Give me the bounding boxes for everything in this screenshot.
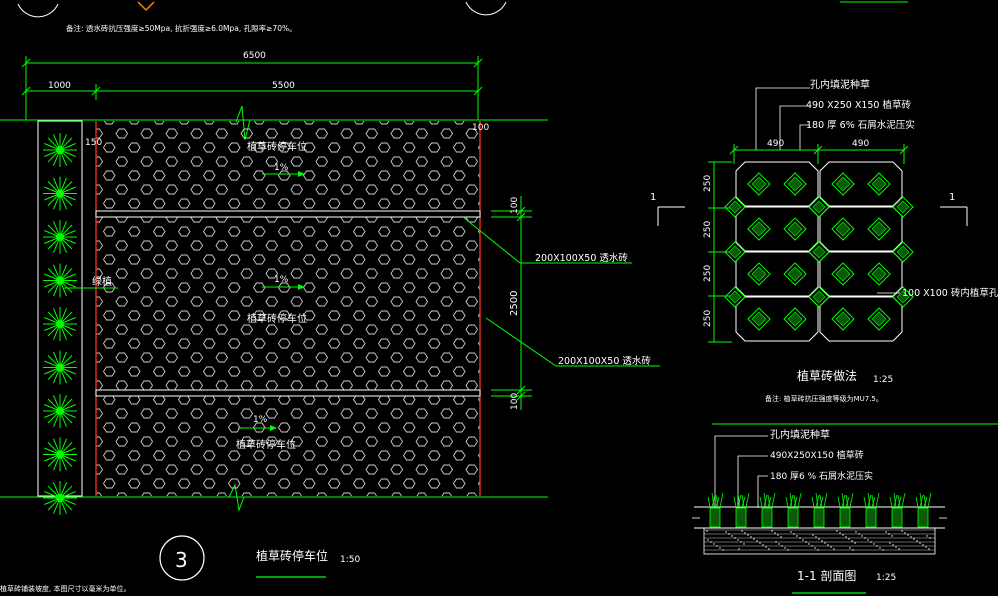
grass-hole bbox=[808, 241, 830, 263]
grass-hole bbox=[831, 262, 855, 286]
slope-1-label: 1% bbox=[274, 163, 289, 173]
section-grass-hole bbox=[891, 507, 903, 528]
shrub-row bbox=[43, 133, 77, 515]
grass-hole bbox=[831, 217, 855, 241]
dim-left: 1000 bbox=[48, 81, 71, 91]
grass-hole bbox=[747, 262, 771, 286]
paver-upper-label: 200X100X50 透水砖 bbox=[535, 252, 628, 264]
section-title: 1-1 剖面图 bbox=[797, 569, 856, 583]
section-view: 孔内填泥种草 490X250X150 植草砖 180 厚6 % 石屑水泥压实 1… bbox=[692, 423, 998, 594]
section-grass-hole bbox=[735, 507, 747, 528]
detail-dim-top-1: 490 bbox=[767, 139, 784, 149]
edge-150-label: 150 bbox=[85, 138, 102, 148]
section-grass-hole bbox=[839, 507, 851, 528]
shrub-symbol bbox=[43, 263, 77, 298]
dim-100-top: 100 bbox=[510, 197, 520, 214]
shrub-symbol bbox=[43, 307, 77, 341]
shrub-symbol bbox=[43, 394, 77, 428]
detail-dim-side-3: 250 bbox=[703, 265, 713, 282]
bay-2-label: 植草砖停车位 bbox=[247, 312, 307, 325]
shrub-symbol bbox=[43, 481, 77, 515]
grass-hole bbox=[892, 241, 914, 263]
detail-dim-side-1: 250 bbox=[703, 175, 713, 192]
grass-hole bbox=[747, 172, 771, 196]
top-fragments bbox=[17, 1, 908, 18]
detail-hole-note: 100 X100 砖内植草孔 bbox=[902, 287, 998, 299]
section-grass-hole bbox=[787, 507, 799, 528]
shrub-symbol bbox=[43, 350, 77, 385]
dim-total: 6500 bbox=[243, 51, 266, 61]
detail-layer-3: 180 厚 6% 石屑水泥压实 bbox=[806, 119, 915, 131]
grass-hole bbox=[724, 196, 746, 218]
grass-brick-grid bbox=[724, 161, 914, 342]
slope-2-label: 1% bbox=[274, 275, 289, 285]
section-grass-hole bbox=[865, 507, 877, 528]
section-layer-2: 490X250X150 植草砖 bbox=[770, 449, 864, 461]
shrub-symbol bbox=[43, 437, 77, 472]
edge-100-label: 100 bbox=[472, 123, 489, 133]
detail-dim-top-2: 490 bbox=[852, 139, 869, 149]
grass-hole bbox=[831, 307, 855, 331]
grass-hole bbox=[783, 307, 807, 331]
cad-drawing: 备注: 透水砖抗压强度≥50Mpa, 抗折强度≥6.0Mpa, 孔隙率≥70%。… bbox=[0, 1, 998, 594]
grass-hole bbox=[724, 286, 746, 308]
shrub-symbol bbox=[43, 220, 77, 254]
plan-view: 6500 1000 5500 150 100 绿植 植草砖停车位 1% 1% 植… bbox=[0, 51, 660, 593]
detail-title: 植草砖做法 bbox=[797, 368, 857, 383]
detail-dim-side-2: 250 bbox=[703, 221, 713, 238]
plan-dimension-lines bbox=[21, 56, 483, 120]
section-grass-hole bbox=[813, 507, 825, 528]
plan-title: 植草砖停车位 bbox=[256, 548, 328, 563]
top-note: 备注: 透水砖抗压强度≥50Mpa, 抗折强度≥6.0Mpa, 孔隙率≥70%。 bbox=[66, 23, 297, 33]
dim-100-bottom: 100 bbox=[510, 393, 520, 410]
grass-hole bbox=[892, 196, 914, 218]
section-grass-hole bbox=[709, 507, 721, 528]
grass-hole bbox=[867, 172, 891, 196]
grass-hole bbox=[747, 307, 771, 331]
plan-scale: 1:50 bbox=[340, 555, 360, 565]
section-layer-1: 孔内填泥种草 bbox=[770, 428, 830, 441]
grass-hole bbox=[867, 307, 891, 331]
section-grass-hole bbox=[761, 507, 773, 528]
grass-hole bbox=[747, 217, 771, 241]
shrub-symbol bbox=[43, 176, 77, 211]
section-scale: 1:25 bbox=[876, 573, 896, 583]
grass-hole bbox=[867, 262, 891, 286]
grass-hole bbox=[783, 172, 807, 196]
section-profile bbox=[692, 492, 947, 555]
grass-hole bbox=[831, 172, 855, 196]
grass-hole bbox=[867, 217, 891, 241]
detail-dim-side-4: 250 bbox=[703, 310, 713, 327]
section-layer-3: 180 厚6 % 石屑水泥压实 bbox=[770, 470, 873, 482]
detail-note: 备注: 植草砖抗压强度等级为MU7.5。 bbox=[765, 394, 883, 403]
grass-hole bbox=[808, 286, 830, 308]
gravel-base bbox=[703, 527, 936, 555]
paver-lower-label: 200X100X50 透水砖 bbox=[558, 355, 651, 367]
dim-right: 5500 bbox=[272, 81, 295, 91]
detail-scale: 1:25 bbox=[873, 375, 893, 385]
section-mark-left: 1 bbox=[650, 192, 656, 203]
grass-hole bbox=[783, 217, 807, 241]
greenery-label: 绿植 bbox=[92, 275, 112, 288]
plan-footnote: 植草砖铺装坡度, 本图尺寸以毫米为单位。 bbox=[0, 584, 130, 593]
brick-detail: 孔内填泥种草 490 X250 X150 植草砖 180 厚 6% 石屑水泥压实… bbox=[650, 78, 998, 403]
section-mark-right: 1 bbox=[949, 192, 955, 203]
bay-3-label: 植草砖停车位 bbox=[236, 438, 296, 451]
detail-layer-1: 孔内填泥种草 bbox=[810, 78, 870, 91]
grass-hole bbox=[808, 196, 830, 218]
dim-2500: 2500 bbox=[509, 291, 520, 316]
detail-layer-2: 490 X250 X150 植草砖 bbox=[806, 99, 911, 111]
grass-hole bbox=[783, 262, 807, 286]
shrub-symbol bbox=[43, 133, 77, 167]
section-grass-hole bbox=[917, 507, 929, 528]
bay-1-label: 植草砖停车位 bbox=[247, 140, 307, 153]
drawing-number: 3 bbox=[175, 548, 188, 572]
slope-3-label: 1% bbox=[253, 415, 268, 425]
